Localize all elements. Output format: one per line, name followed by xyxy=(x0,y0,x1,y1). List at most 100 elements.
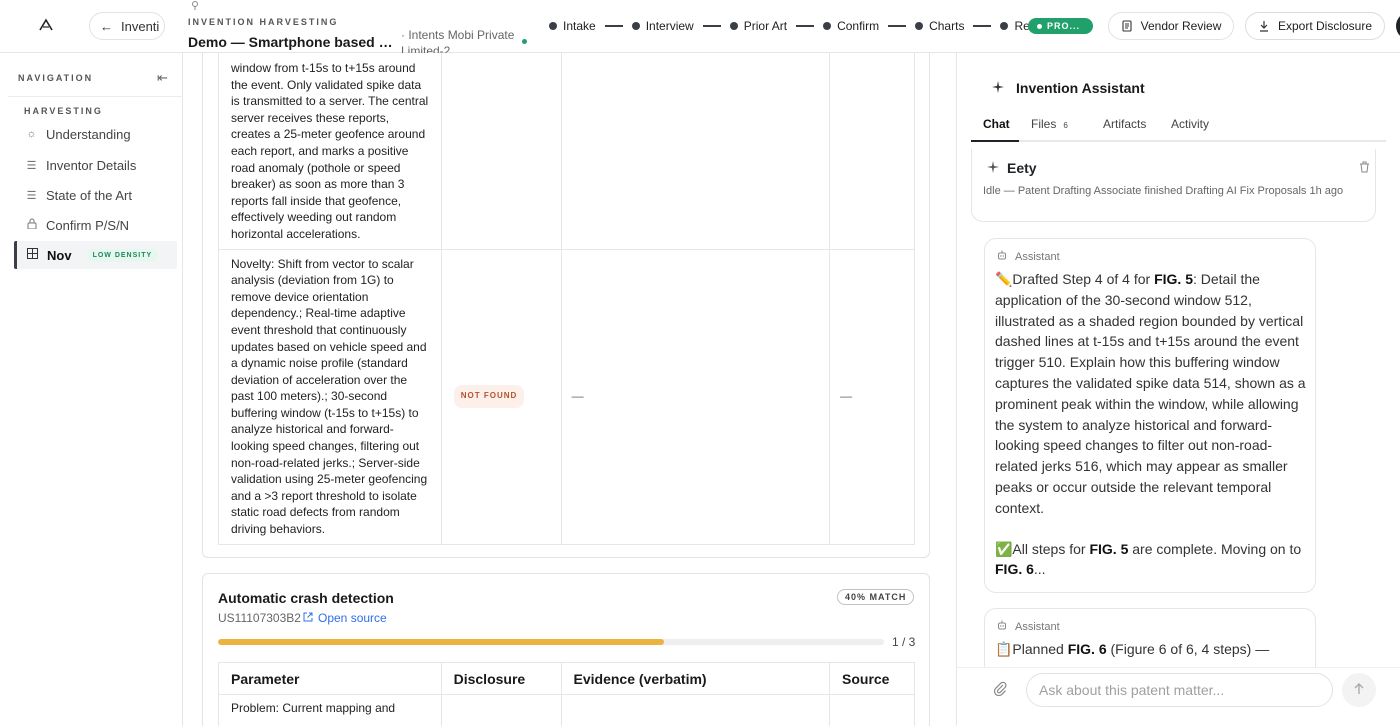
step-dot xyxy=(631,22,640,30)
export-disclosure-button[interactable]: Export Disclosure xyxy=(1245,12,1385,40)
prior-art-title: Automatic crash detection xyxy=(218,590,394,606)
back-button-label: Inventi xyxy=(121,18,160,34)
step-intake[interactable]: Intake xyxy=(549,19,596,33)
step-interview[interactable]: Interview xyxy=(631,19,694,33)
table-row: Novelty: Shift from vector to scalar ana… xyxy=(218,248,915,545)
step-connector xyxy=(796,25,815,27)
comparison-table: window from t-15s to t+15s around the ev… xyxy=(218,53,915,545)
download-icon xyxy=(1259,21,1268,32)
not-found-badge: NOT FOUND xyxy=(453,385,525,408)
chat-input[interactable] xyxy=(1026,673,1333,707)
open-source-link[interactable]: Open source xyxy=(303,611,387,625)
step-dot xyxy=(549,22,557,30)
nav-item-state-of-art[interactable]: ☰ State of the Art xyxy=(14,181,177,209)
column-header-parameter: Parameter xyxy=(218,662,442,695)
parameter-cell: Novelty: Shift from vector to scalar ana… xyxy=(218,248,442,545)
pin-icon xyxy=(190,0,200,13)
parameter-cell: Problem: Current mapping and xyxy=(218,694,442,726)
matter-title: Demo — Smartphone based Po... xyxy=(188,34,396,50)
document-icon xyxy=(1122,20,1132,32)
external-link-icon xyxy=(303,611,313,625)
step-dot xyxy=(823,22,832,30)
top-bar: ← Inventi INVENTION HARVESTING Demo — Sm… xyxy=(0,0,1400,58)
progress-fill xyxy=(218,639,665,645)
bot-icon xyxy=(997,250,1007,264)
patent-number: US11107303B2 xyxy=(218,611,301,625)
assistant-message: Assistant ✏️Drafted Step 4 of 4 for FIG.… xyxy=(984,238,1316,593)
vendor-review-button[interactable]: Vendor Review xyxy=(1108,12,1234,40)
agent-status-card: Eety Idle — Patent Drafting Associate fi… xyxy=(971,149,1376,222)
status-dot xyxy=(522,39,527,44)
send-button[interactable] xyxy=(1342,673,1376,707)
assistant-panel: Invention Assistant Chat Files 6 Artifact… xyxy=(956,53,1400,726)
list-icon: ☰ xyxy=(26,189,37,202)
arrow-left-icon: ← xyxy=(100,18,113,34)
bot-icon xyxy=(997,620,1007,634)
nav-item-understanding[interactable]: ☼ Understanding xyxy=(14,120,177,148)
evidence-cell xyxy=(560,694,831,726)
nav-item-inventor-details[interactable]: ☰ Inventor Details xyxy=(14,151,177,179)
table-row: window from t-15s to t+15s around the ev… xyxy=(218,53,915,250)
step-dot xyxy=(915,22,924,30)
tab-activity[interactable]: Activity xyxy=(1171,117,1209,131)
table-row: Problem: Current mapping and xyxy=(218,694,915,726)
workflow-stepper: Intake Interview Prior Art Confirm Chart… xyxy=(549,18,1049,34)
message-body: ✏️Drafted Step 4 of 4 for FIG. 5: Detail… xyxy=(995,269,1310,580)
message-paragraph: ✅All steps for FIG. 5 are complete. Movi… xyxy=(995,540,1302,578)
sparkle-icon xyxy=(992,80,1004,96)
logo-mark-icon xyxy=(39,18,53,31)
tab-chat[interactable]: Chat xyxy=(983,117,1010,131)
prior-art-card: window from t-15s to t+15s around the ev… xyxy=(202,53,930,558)
step-charts[interactable]: Charts xyxy=(915,19,964,33)
step-dot xyxy=(729,22,738,30)
files-count: 6 xyxy=(1063,121,1068,130)
tab-artifacts[interactable]: Artifacts xyxy=(1103,117,1146,131)
agent-status-text: Idle — Patent Drafting Associate finishe… xyxy=(983,185,1344,197)
back-button[interactable]: ← Inventi xyxy=(89,12,165,40)
evidence-cell xyxy=(560,53,831,250)
disclosure-cell: NOT FOUND xyxy=(440,248,562,545)
divider xyxy=(8,96,183,97)
collapse-sidebar-icon[interactable]: ⇤ xyxy=(157,70,168,86)
table-header-row: Parameter Disclosure Evidence (verbatim)… xyxy=(218,662,915,695)
message-role: Assistant xyxy=(997,620,1060,634)
page-counter: 1 / 3 xyxy=(892,635,916,649)
avatar[interactable] xyxy=(1396,12,1400,40)
lock-icon xyxy=(26,218,37,232)
message-paragraph: 📋Planned FIG. 6 (Figure 6 of 6, 4 steps)… xyxy=(995,641,1270,657)
disclosure-cell xyxy=(440,53,562,250)
main-content: window from t-15s to t+15s around the ev… xyxy=(184,53,956,726)
comparison-table: Parameter Disclosure Evidence (verbatim)… xyxy=(218,662,915,726)
panel-tabs: Chat Files 6 Artifacts Activity xyxy=(971,109,1386,142)
source-cell: — xyxy=(829,248,915,545)
step-connector xyxy=(702,25,721,27)
trash-icon[interactable] xyxy=(1359,161,1370,176)
arrow-up-icon xyxy=(1353,682,1365,698)
nav-section-label: HARVESTING xyxy=(24,106,103,116)
left-navigation: NAVIGATION ⇤ HARVESTING ☼ Understanding … xyxy=(0,53,183,726)
message-role: Assistant xyxy=(997,250,1060,264)
column-header-disclosure: Disclosure xyxy=(440,662,562,695)
density-badge: LOW DENSITY xyxy=(86,248,159,262)
parameter-cell: window from t-15s to t+15s around the ev… xyxy=(218,53,442,250)
active-tab-indicator xyxy=(971,140,1019,142)
grid-icon xyxy=(27,248,38,262)
message-body: 📋Planned FIG. 6 (Figure 6 of 6, 4 steps)… xyxy=(995,639,1310,660)
bulb-icon: ☼ xyxy=(26,128,37,140)
column-header-evidence: Evidence (verbatim) xyxy=(560,662,831,695)
tab-files[interactable]: Files 6 xyxy=(1031,117,1068,131)
app-logo[interactable] xyxy=(30,14,62,36)
panel-header: Invention Assistant xyxy=(992,80,1145,96)
step-prior-art[interactable]: Prior Art xyxy=(729,19,787,33)
nav-item-novelty[interactable]: Nov LOW DENSITY xyxy=(14,241,177,269)
paperclip-icon[interactable] xyxy=(992,680,1008,701)
evidence-progress-bar xyxy=(218,639,884,645)
disclosure-cell xyxy=(440,694,562,726)
source-cell xyxy=(829,694,915,726)
match-badge: 40% MATCH xyxy=(837,589,915,605)
step-dot xyxy=(1000,22,1009,30)
nav-item-confirm-psn[interactable]: Confirm P/S/N xyxy=(14,211,177,239)
step-confirm[interactable]: Confirm xyxy=(823,19,879,33)
agent-name: Eety xyxy=(987,160,1037,176)
section-eyebrow: INVENTION HARVESTING xyxy=(188,17,339,27)
